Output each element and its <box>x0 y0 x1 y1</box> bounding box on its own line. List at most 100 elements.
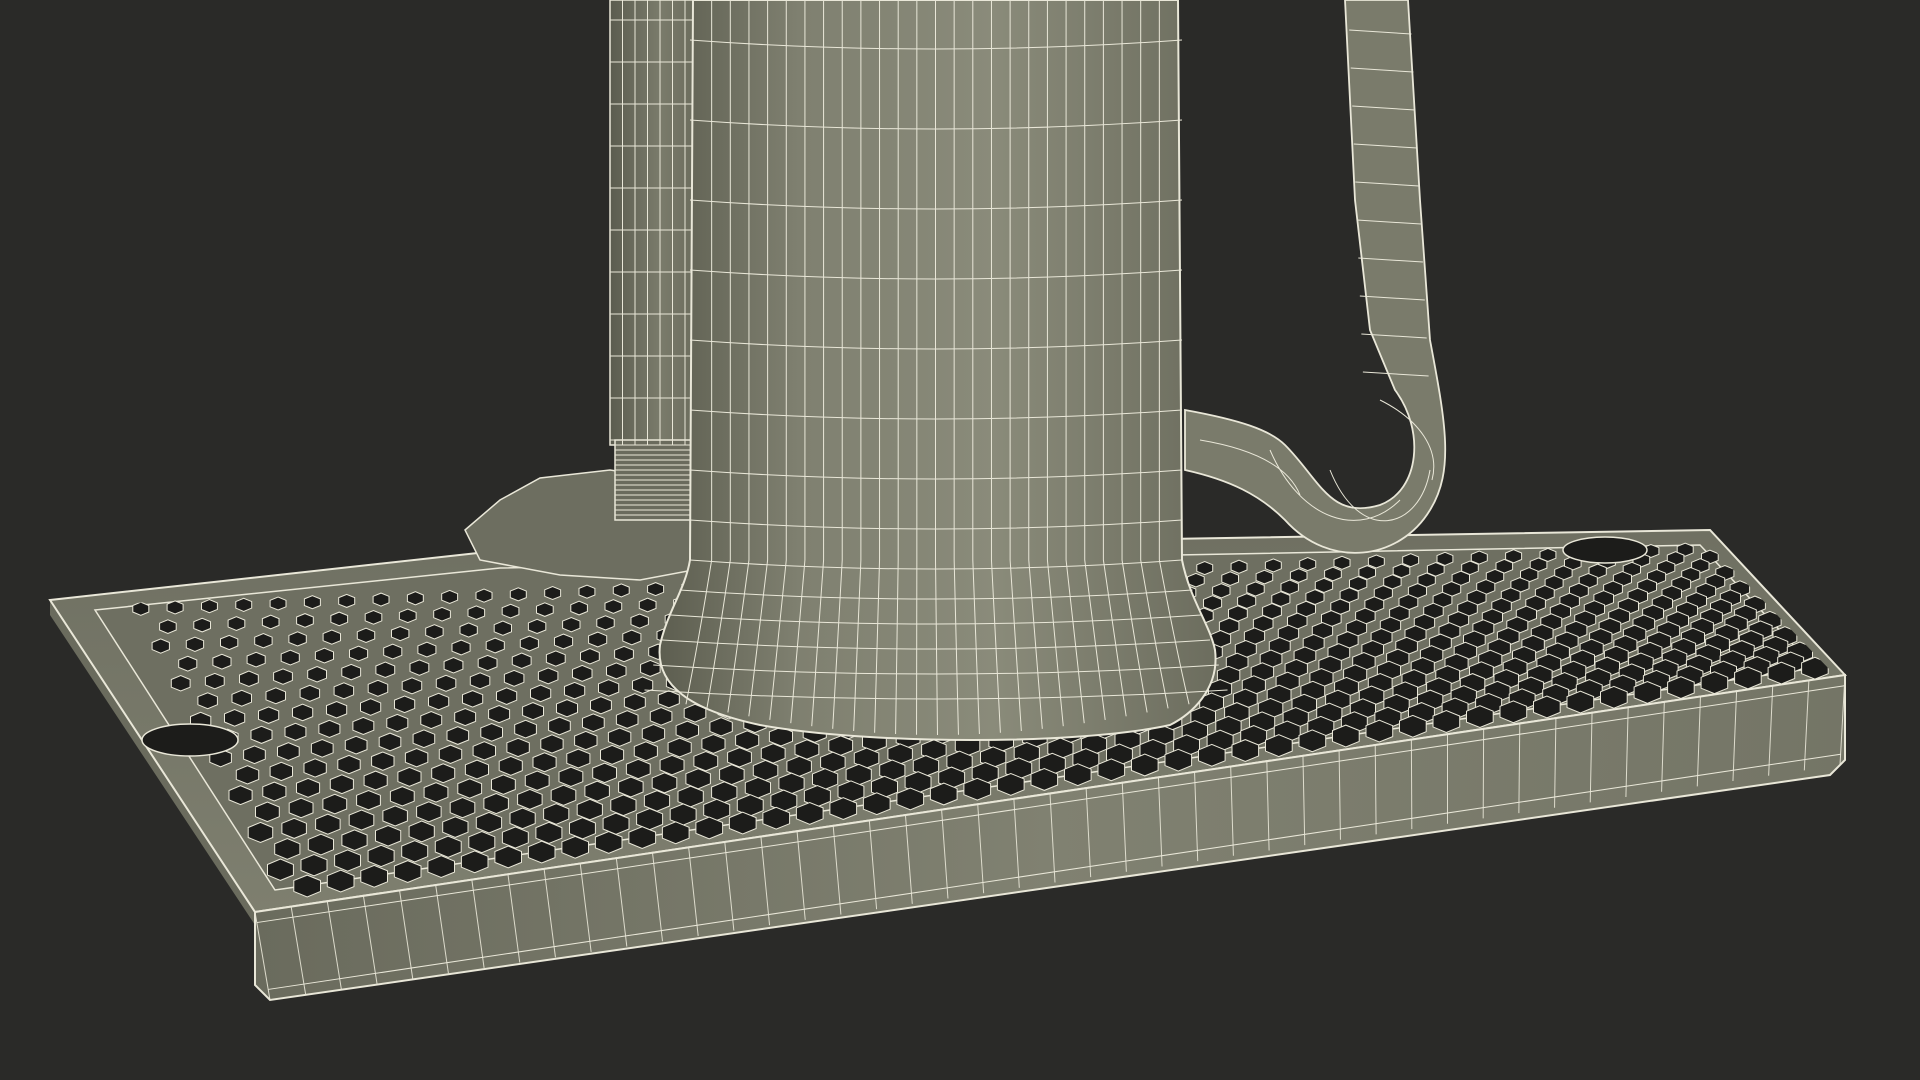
grate-hole <box>296 777 321 798</box>
grate-hole <box>669 803 697 826</box>
grate-hole <box>511 652 532 670</box>
grate-hole <box>255 801 280 823</box>
grate-hole <box>341 663 362 681</box>
grate-hole <box>709 717 733 737</box>
grate-hole <box>322 629 341 645</box>
grate-hole <box>352 716 375 736</box>
grate-hole <box>166 600 184 615</box>
grate-hole <box>371 751 395 771</box>
grate-hole <box>441 589 459 605</box>
grate-hole <box>397 766 422 787</box>
grate-hole <box>273 668 293 685</box>
grate-hole <box>618 776 644 798</box>
grate-hole <box>132 601 150 616</box>
grate-hole <box>615 710 639 729</box>
grate-hole <box>496 687 518 705</box>
grate-hole <box>1255 569 1274 585</box>
grate-hole <box>558 766 584 788</box>
grate-hole <box>501 603 520 619</box>
grate-hole <box>431 763 456 784</box>
grate-hole <box>269 596 287 611</box>
grate-hole <box>1299 557 1317 572</box>
grate-hole <box>649 706 673 726</box>
grate-hole <box>420 710 443 730</box>
grate-hole <box>281 817 307 839</box>
grate-hole <box>582 713 605 733</box>
grate-hole <box>1280 579 1299 595</box>
grate-hole <box>406 591 424 606</box>
drain-slot-left <box>141 723 239 757</box>
grate-hole <box>483 792 509 815</box>
grate-hole <box>417 641 437 658</box>
grate-hole <box>197 692 218 710</box>
grate-hole <box>391 625 410 642</box>
grate-hole <box>318 719 341 739</box>
grate-hole <box>469 672 491 690</box>
grate-hole <box>602 812 630 835</box>
grate-hole <box>333 682 355 700</box>
grate-hole <box>307 666 327 683</box>
grate-hole <box>636 807 664 831</box>
grate-hole <box>330 611 349 627</box>
grate-hole <box>438 744 463 764</box>
grate-hole <box>254 633 273 649</box>
grate-hole <box>1333 555 1351 570</box>
grate-hole <box>491 774 516 795</box>
grate-hole <box>425 624 444 640</box>
grate-hole <box>498 755 523 776</box>
grate-hole <box>1230 559 1248 574</box>
grate-hole <box>383 643 403 660</box>
grate-hole <box>640 659 661 677</box>
grate-hole <box>288 631 307 647</box>
grate-hole <box>243 745 266 765</box>
grate-hole <box>1196 560 1214 576</box>
grate-hole <box>485 637 505 654</box>
grate-hole <box>265 687 286 705</box>
grate-hole <box>378 732 402 752</box>
grate-hole <box>522 702 544 721</box>
grate-hole <box>506 737 530 758</box>
grate-hole <box>299 684 321 702</box>
grate-hole <box>322 793 348 815</box>
grate-hole <box>292 703 314 722</box>
grate-hole <box>329 774 354 795</box>
grate-hole <box>588 631 608 648</box>
grate-hole <box>604 599 623 614</box>
grate-hole <box>569 817 596 840</box>
grate-hole <box>475 588 493 603</box>
grate-hole <box>151 638 170 654</box>
grate-hole <box>727 747 752 768</box>
grate-hole <box>262 781 287 802</box>
grate-hole <box>535 821 563 845</box>
grate-hole <box>677 785 704 808</box>
grate-hole <box>159 619 177 635</box>
grate-hole <box>514 719 537 739</box>
grate-hole <box>344 735 368 755</box>
grate-hole <box>592 762 617 784</box>
grate-hole <box>472 741 496 761</box>
grate-hole <box>280 649 300 666</box>
grate-hole <box>239 670 259 688</box>
grate-hole <box>735 730 760 751</box>
grate-hole <box>647 582 665 597</box>
grate-hole <box>548 716 571 736</box>
grate-hole <box>454 707 477 727</box>
grate-hole <box>451 639 471 656</box>
grate-hole <box>1324 566 1342 582</box>
grate-hole <box>524 770 550 791</box>
grate-hole <box>1246 581 1265 597</box>
grate-hole <box>659 754 685 776</box>
grate-hole <box>493 620 512 636</box>
grate-hole <box>606 662 627 680</box>
grate-hole <box>269 761 293 782</box>
grate-hole <box>527 618 547 635</box>
grate-hole <box>404 747 429 768</box>
grate-hole <box>509 807 536 830</box>
grate-hole <box>503 669 525 687</box>
grate-hole <box>314 647 334 664</box>
grate-hole <box>315 813 341 835</box>
grate-hole <box>224 709 246 727</box>
grate-hole <box>501 826 529 849</box>
grate-hole <box>303 595 321 610</box>
grate-hole <box>509 587 527 602</box>
